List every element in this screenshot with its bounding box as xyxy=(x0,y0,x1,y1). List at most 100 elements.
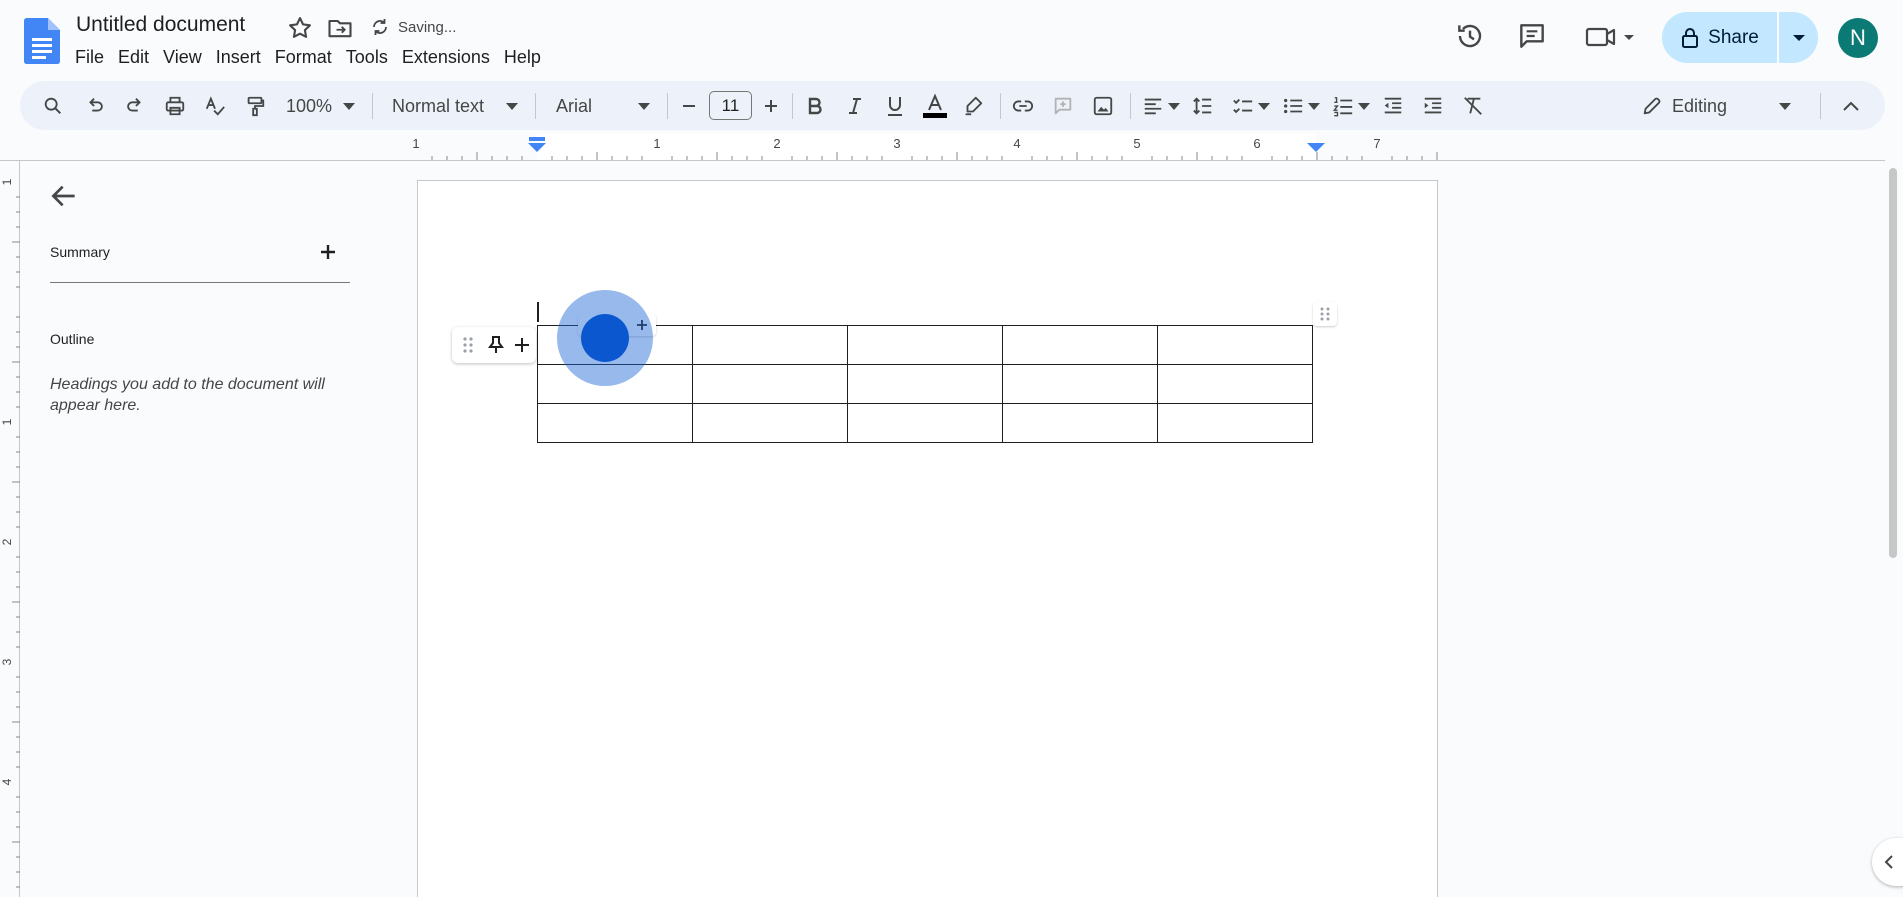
table-cell[interactable] xyxy=(1157,325,1313,365)
clear-formatting-icon[interactable] xyxy=(1460,93,1486,119)
sync-icon xyxy=(368,15,392,39)
add-row-icon[interactable] xyxy=(512,335,532,355)
bold-icon[interactable] xyxy=(802,93,828,119)
ruler-label: 1 xyxy=(412,136,419,151)
toolbar: 100% Normal text Arial 11 Editing xyxy=(20,81,1885,130)
table-cell[interactable] xyxy=(1002,364,1158,404)
table-cell[interactable] xyxy=(537,403,693,443)
spellcheck-icon[interactable] xyxy=(202,93,228,119)
star-icon[interactable] xyxy=(286,14,314,42)
editing-mode-select[interactable]: Editing xyxy=(1672,93,1762,119)
table-cell[interactable] xyxy=(847,403,1003,443)
align-left-icon[interactable] xyxy=(1140,93,1166,119)
collapse-menus-icon[interactable] xyxy=(1838,93,1864,119)
ruler-label: 7 xyxy=(1373,136,1380,151)
avatar[interactable]: N xyxy=(1838,18,1878,58)
checklist-dropdown-icon[interactable] xyxy=(1257,93,1271,119)
paint-format-icon[interactable] xyxy=(242,93,268,119)
table-cell[interactable] xyxy=(692,325,848,365)
toolbar-divider xyxy=(535,93,536,119)
share-button[interactable]: Share xyxy=(1662,12,1818,63)
drag-handle-icon[interactable] xyxy=(462,335,474,355)
show-side-panel-button[interactable] xyxy=(1872,838,1903,886)
menu-insert[interactable]: Insert xyxy=(209,46,268,68)
comments-icon[interactable] xyxy=(1516,20,1548,52)
text-color-icon[interactable] xyxy=(920,93,950,119)
outline-heading: Outline xyxy=(50,331,95,347)
style-dropdown-icon[interactable] xyxy=(505,93,519,119)
image-icon[interactable] xyxy=(1090,93,1116,119)
numbered-dropdown-icon[interactable] xyxy=(1357,93,1371,119)
add-summary-icon[interactable] xyxy=(316,240,340,264)
toolbar-divider xyxy=(1130,93,1131,119)
table-cell[interactable] xyxy=(1157,403,1313,443)
scrollbar-thumb[interactable] xyxy=(1889,168,1897,558)
document-page[interactable] xyxy=(417,180,1438,897)
menu-format[interactable]: Format xyxy=(268,46,339,68)
table-cell[interactable] xyxy=(692,403,848,443)
table-cell[interactable] xyxy=(1157,364,1313,404)
horizontal-ruler[interactable]: 1 1 2 3 4 5 6 7 xyxy=(0,133,1885,160)
font-family-select[interactable]: Arial xyxy=(556,93,636,119)
vertical-ruler-label: 4 xyxy=(0,778,14,785)
ruler-label: 3 xyxy=(893,136,900,151)
toolbar-divider xyxy=(1000,93,1001,119)
table-row-controls xyxy=(452,327,536,363)
history-icon[interactable] xyxy=(1454,20,1486,52)
font-size-input[interactable]: 11 xyxy=(709,91,752,120)
bullets-dropdown-icon[interactable] xyxy=(1307,93,1321,119)
add-comment-icon[interactable] xyxy=(1050,93,1076,119)
mode-dropdown-icon[interactable] xyxy=(1778,93,1792,119)
menu-edit[interactable]: Edit xyxy=(111,46,156,68)
print-icon[interactable] xyxy=(162,93,188,119)
table-cell[interactable] xyxy=(847,325,1003,365)
ruler-label: 6 xyxy=(1253,136,1260,151)
increase-font-size-icon[interactable] xyxy=(760,93,782,119)
table-cell[interactable] xyxy=(1002,325,1158,365)
share-main-button[interactable]: Share xyxy=(1662,12,1777,63)
vertical-ruler[interactable]: 1 1 2 3 4 xyxy=(0,161,20,897)
move-to-folder-icon[interactable] xyxy=(326,14,354,42)
table-cell[interactable] xyxy=(692,364,848,404)
zoom-value[interactable]: 100% xyxy=(282,93,336,119)
menu-tools[interactable]: Tools xyxy=(339,46,395,68)
numbered-list-icon[interactable] xyxy=(1330,93,1356,119)
document-table[interactable] xyxy=(537,325,1313,443)
font-dropdown-icon[interactable] xyxy=(637,93,651,119)
table-move-handle-icon[interactable] xyxy=(1313,302,1337,326)
paragraph-style-select[interactable]: Normal text xyxy=(392,93,504,119)
table-cell[interactable] xyxy=(1002,403,1158,443)
checklist-icon[interactable] xyxy=(1230,93,1256,119)
pin-icon[interactable] xyxy=(486,335,506,355)
document-title[interactable]: Untitled document xyxy=(76,13,245,37)
line-spacing-icon[interactable] xyxy=(1190,93,1216,119)
search-icon[interactable] xyxy=(40,93,66,119)
menu-extensions[interactable]: Extensions xyxy=(395,46,497,68)
increase-indent-icon[interactable] xyxy=(1420,93,1446,119)
underline-icon[interactable] xyxy=(882,93,908,119)
menu-file[interactable]: File xyxy=(68,46,111,68)
table-cell[interactable] xyxy=(847,364,1003,404)
decrease-font-size-icon[interactable] xyxy=(678,93,700,119)
highlight-icon[interactable] xyxy=(960,93,986,119)
toolbar-divider xyxy=(667,93,668,119)
align-dropdown-icon[interactable] xyxy=(1167,93,1181,119)
decrease-indent-icon[interactable] xyxy=(1380,93,1406,119)
click-indicator xyxy=(581,314,629,362)
zoom-dropdown-icon[interactable] xyxy=(342,93,356,119)
link-icon[interactable] xyxy=(1010,93,1036,119)
menu-help[interactable]: Help xyxy=(497,46,548,68)
ruler-label: 5 xyxy=(1133,136,1140,151)
vertical-ruler-label: 1 xyxy=(0,418,14,425)
italic-icon[interactable] xyxy=(842,93,868,119)
sidebar-divider xyxy=(50,282,350,283)
redo-icon[interactable] xyxy=(122,93,148,119)
bulleted-list-icon[interactable] xyxy=(1280,93,1306,119)
menu-view[interactable]: View xyxy=(156,46,209,68)
video-call-icon[interactable] xyxy=(1584,22,1636,52)
undo-icon[interactable] xyxy=(82,93,108,119)
table-row xyxy=(537,364,1313,404)
share-dropdown-icon[interactable] xyxy=(1779,12,1818,63)
back-arrow-icon[interactable] xyxy=(48,180,80,212)
docs-logo-icon[interactable] xyxy=(24,18,60,64)
